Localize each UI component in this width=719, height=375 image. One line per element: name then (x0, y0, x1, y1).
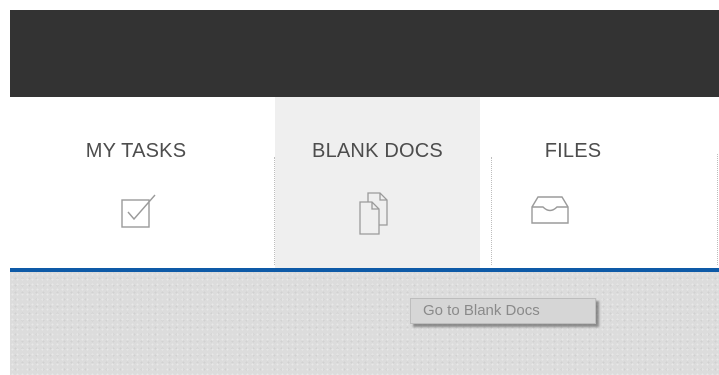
tab-files-label: FILES (544, 140, 602, 162)
top-strip (0, 0, 719, 10)
tab-divider (491, 157, 492, 265)
tab-divider (717, 154, 718, 265)
checkbox-icon (121, 193, 157, 234)
tab-my-tasks-label: MY TASKS (85, 140, 187, 162)
tab-divider (274, 157, 275, 265)
tooltip: Go to Blank Docs (410, 298, 596, 324)
tab-my-tasks[interactable]: MY TASKS (10, 97, 275, 268)
tab-blank-docs[interactable]: BLANK DOCS (275, 97, 480, 268)
app-header-bar (10, 10, 719, 97)
inbox-tray-icon (531, 195, 569, 230)
documents-icon (358, 192, 390, 241)
tab-bar: MY TASKS BLANK DOCS FILES (10, 97, 719, 268)
content-area (10, 272, 719, 375)
tab-files[interactable]: FILES (480, 97, 719, 268)
